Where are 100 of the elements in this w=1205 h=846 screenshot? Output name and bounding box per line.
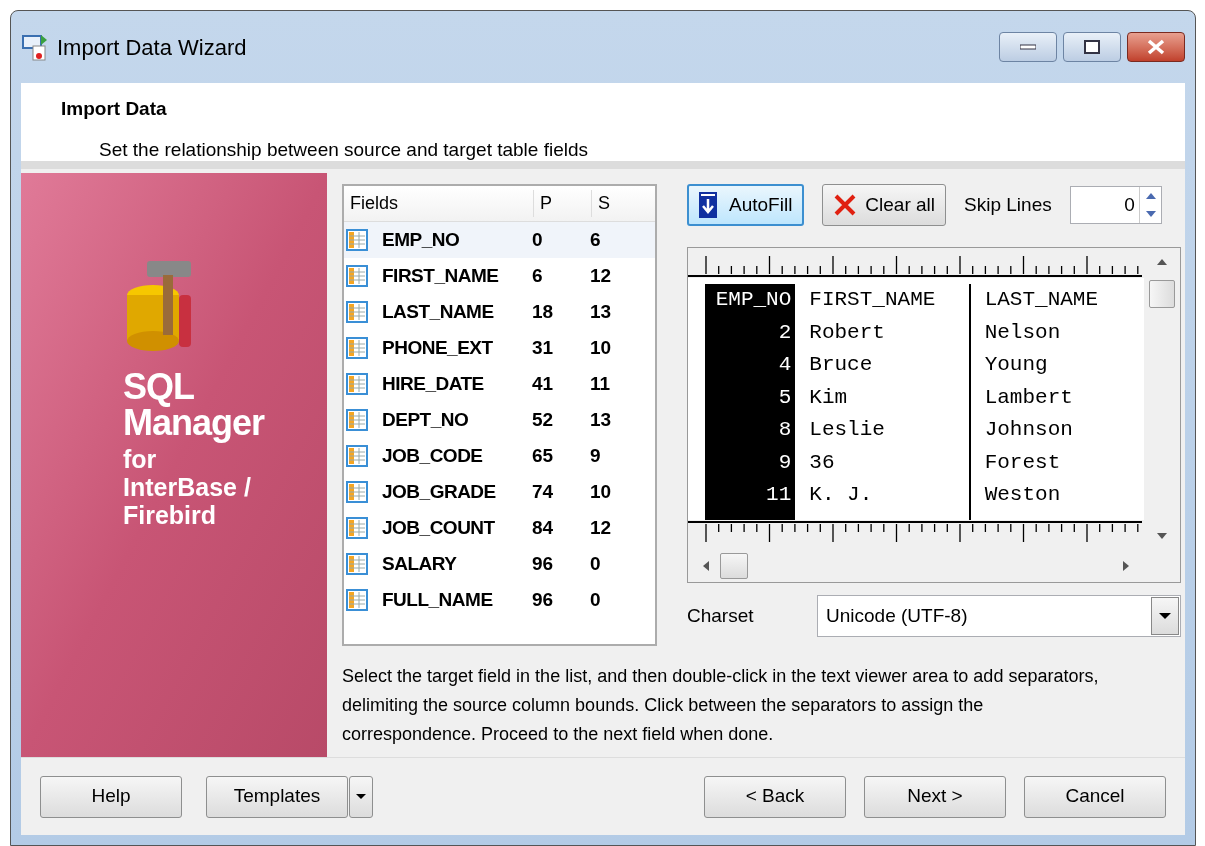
viewer-cell-text: K. J. [809, 482, 874, 508]
viewer-column[interactable]: EMP_NO 2 4 5 8 9 11 [705, 284, 794, 520]
field-row[interactable]: FULL_NAME 96 0 [344, 582, 655, 618]
viewer-cell-text: 36 [809, 449, 836, 476]
field-position: 96 [532, 551, 555, 576]
skip-lines-spinner[interactable]: 0 [1069, 186, 1162, 224]
field-name: FIRST_NAME [382, 263, 500, 288]
field-name: FULL_NAME [382, 587, 494, 612]
viewer-cell-text: 4 [778, 352, 792, 378]
charset-dropdown[interactable]: Unicode (UTF-8) [817, 595, 1181, 637]
restore-icon [1084, 40, 1100, 54]
templates-dropdown-button[interactable] [349, 775, 373, 818]
viewer-cell-text: Weston [984, 482, 1062, 508]
field-position: 74 [532, 479, 555, 504]
field-position: 18 [532, 299, 555, 324]
field-size: 11 [590, 371, 611, 396]
viewer-cell-text: EMP_NO [715, 287, 792, 313]
table-icon [346, 481, 368, 503]
scroll-down-icon[interactable] [1156, 532, 1168, 540]
field-row[interactable]: HIRE_DATE 41 11 [344, 366, 655, 402]
viewer-cell-text: FIRST_NAME [809, 287, 937, 313]
field-size: 0 [590, 587, 601, 612]
viewer-cell-text: 11 [766, 482, 792, 508]
scroll-left-icon[interactable] [702, 560, 710, 572]
templates-button[interactable]: Templates [206, 775, 348, 818]
dropdown-arrow-icon [1158, 612, 1172, 620]
field-position: 52 [532, 407, 555, 432]
field-size: 13 [590, 299, 612, 324]
table-icon [346, 265, 368, 287]
column-header[interactable]: Fields [344, 190, 534, 217]
field-position: 84 [532, 515, 555, 540]
viewer-cell-text: Bruce [809, 352, 874, 378]
scroll-up-icon[interactable] [1156, 258, 1168, 266]
cancel-button[interactable]: Cancel [1024, 775, 1166, 818]
viewer-cell-text: Nelson [984, 319, 1062, 346]
field-name: JOB_GRADE [382, 479, 497, 504]
viewer-cell-text: Robert [809, 319, 886, 346]
field-position: 96 [532, 587, 555, 612]
field-row[interactable]: EMP_NO 0 6 [344, 222, 655, 258]
table-icon [346, 589, 368, 611]
field-size: 12 [590, 515, 612, 540]
field-name: HIRE_DATE [382, 371, 485, 396]
cross-icon [833, 193, 858, 217]
field-row[interactable]: JOB_GRADE 74 10 [344, 474, 655, 510]
scroll-thumb[interactable] [1149, 280, 1175, 308]
field-name: JOB_COUNT [382, 515, 496, 540]
maximize-button[interactable] [1063, 32, 1121, 62]
clear-all-button[interactable]: Clear all [822, 184, 947, 226]
field-size: 12 [590, 263, 612, 288]
table-icon [346, 553, 368, 575]
column-header[interactable]: P [534, 190, 592, 217]
field-size: 13 [590, 407, 612, 432]
field-size: 6 [590, 227, 601, 252]
banner-subtitle: InterBase / [123, 473, 252, 501]
window-title: Import Data Wizard [57, 33, 247, 62]
field-row[interactable]: LAST_NAME 18 13 [344, 294, 655, 330]
back-button[interactable]: < Back [704, 775, 846, 818]
field-row[interactable]: JOB_CODE 65 9 [344, 438, 655, 474]
minimize-icon [1020, 44, 1036, 50]
viewer-cell-text: 8 [778, 417, 792, 443]
scroll-right-icon[interactable] [1122, 560, 1130, 572]
hint-text: Select the target field in the list, and then double-click in the text viewer area to add separators, delimiting the source column bounds. Click between the separators to assign the correspondence. Proceed to the next field when done. [342, 665, 1100, 746]
scroll-thumb[interactable] [720, 553, 748, 579]
column-header[interactable]: S [592, 190, 610, 217]
field-row[interactable]: FIRST_NAME 6 12 [344, 258, 655, 294]
field-row[interactable]: SALARY 96 0 [344, 546, 655, 582]
viewer-cell-text: Forest [984, 449, 1062, 476]
autofill-button[interactable]: AutoFill [687, 184, 805, 226]
banner-subtitle: Firebird [123, 501, 218, 529]
table-icon [346, 301, 368, 323]
viewer-cell-text: Leslie [809, 417, 886, 443]
help-button[interactable]: Help [40, 775, 182, 818]
field-row[interactable]: DEPT_NO 52 13 [344, 402, 655, 438]
banner-title: SQL [123, 369, 195, 405]
field-position: 0 [532, 227, 544, 252]
field-name: EMP_NO [382, 227, 461, 252]
field-size: 9 [590, 443, 601, 468]
field-size: 0 [590, 551, 601, 576]
field-size: 10 [590, 479, 612, 504]
close-icon [1147, 39, 1165, 55]
close-button[interactable] [1127, 32, 1185, 62]
viewer-cell-text: Lambert [984, 384, 1074, 411]
viewer-cell-text: Young [984, 352, 1049, 378]
viewer-cell-text: 9 [778, 449, 792, 476]
page-subtitle: Set the relationship between source and target table fields [99, 137, 590, 162]
field-row[interactable]: PHONE_EXT 31 10 [344, 330, 655, 366]
field-position: 31 [532, 335, 555, 360]
viewer-cell-text: 5 [778, 384, 792, 411]
minimize-button[interactable] [999, 32, 1057, 62]
table-icon [346, 229, 368, 251]
field-row[interactable]: JOB_COUNT 84 12 [344, 510, 655, 546]
field-position: 41 [532, 371, 555, 396]
field-position: 65 [532, 443, 555, 468]
viewer-cell-text: 2 [778, 319, 792, 346]
field-name: SALARY [382, 551, 458, 576]
field-position: 6 [532, 263, 544, 288]
caret-icon [355, 793, 367, 800]
next-button[interactable]: Next > [864, 775, 1006, 818]
table-icon [346, 337, 368, 359]
viewer-cell-text: Johnson [984, 417, 1074, 443]
